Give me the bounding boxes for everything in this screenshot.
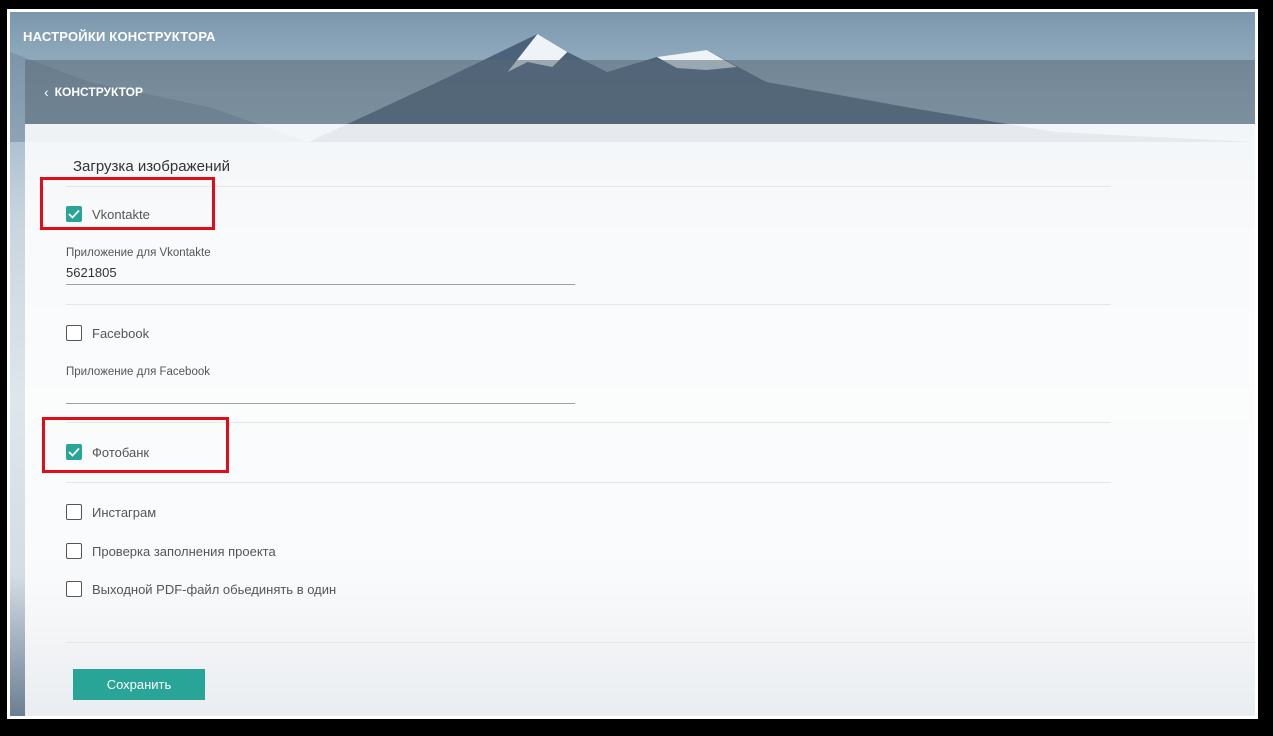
facebook-label: Facebook [92,325,150,341]
vk-app-underline [66,284,575,285]
highlight-box-vkontakte [40,177,215,230]
divider [66,642,1255,643]
instagram-option[interactable]: Инстаграм [66,504,156,520]
divider [66,304,1111,305]
pdf-merge-option[interactable]: Выходной PDF-файл обьединять в один [66,581,336,597]
section-title: Загрузка изображений [73,158,230,175]
facebook-option[interactable]: Facebook [66,325,149,341]
page-title: НАСТРОЙКИ КОНСТРУКТОРА [23,28,216,44]
divider [66,186,1111,187]
project-check-checkbox[interactable] [66,543,82,559]
project-check-option[interactable]: Проверка заполнения проекта [66,543,276,559]
vk-app-input[interactable]: 5621805 [66,265,117,280]
back-label: КОНСТРУКТОР [54,85,143,99]
pdf-merge-label: Выходной PDF-файл обьединять в один [92,581,337,597]
vk-app-label: Приложение для Vkontakte [66,247,211,259]
pdf-merge-checkbox[interactable] [66,581,82,597]
instagram-checkbox[interactable] [66,504,82,520]
header-bar: НАСТРОЙКИ КОНСТРУКТОРА [10,12,1255,60]
fb-app-label: Приложение для Facebook [66,366,210,378]
app-window: НАСТРОЙКИ КОНСТРУКТОРА ‹ КОНСТРУКТОР Заг… [7,9,1258,719]
project-check-label: Проверка заполнения проекта [92,543,276,559]
chevron-left-icon: ‹ [44,84,49,100]
instagram-label: Инстаграм [92,504,157,520]
divider [66,482,1111,483]
facebook-checkbox[interactable] [66,325,82,341]
highlight-box-photobank [42,417,229,473]
breadcrumb-bar: ‹ КОНСТРУКТОР [25,60,1255,124]
back-link[interactable]: ‹ КОНСТРУКТОР [44,84,143,100]
fb-app-underline [66,403,575,404]
save-button[interactable]: Сохранить [73,669,205,700]
